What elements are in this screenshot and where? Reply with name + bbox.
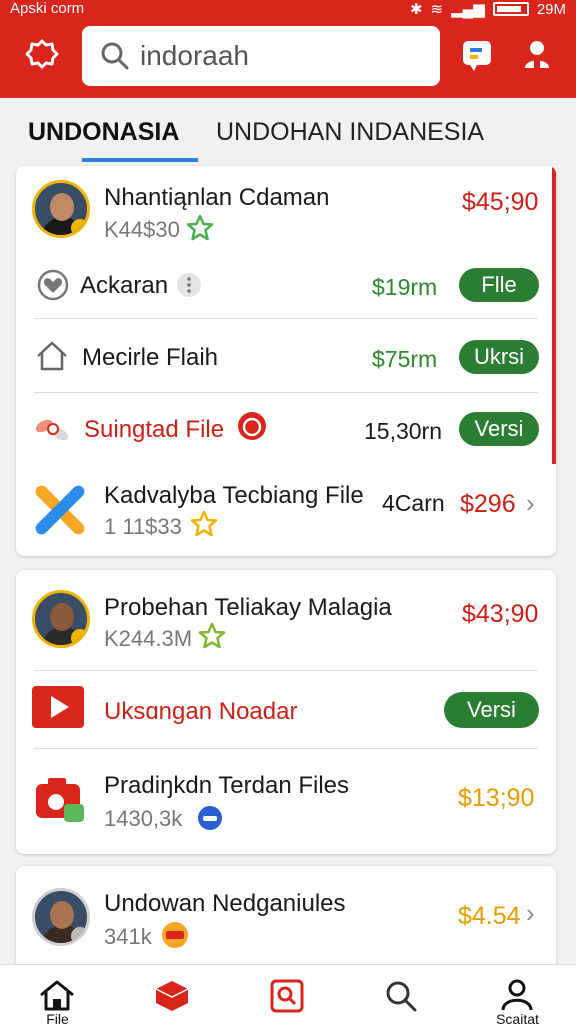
nav-search-box[interactable]	[230, 965, 345, 1024]
nav-label: File	[46, 1011, 69, 1024]
profile-sub: K44$30	[104, 217, 180, 242]
row-label: Ackaran	[80, 272, 169, 299]
more-icon[interactable]	[176, 272, 202, 298]
home-icon	[37, 341, 67, 371]
merchant-card-2: Probehan Teliakay Malagia K244.3M $43;90…	[16, 570, 556, 854]
badge-icon	[162, 922, 188, 948]
list-row[interactable]: Uksɑngan Noadar Versi	[16, 672, 556, 748]
bluetooth-icon: ✱	[409, 1, 423, 18]
list-row[interactable]: Suingtad File 15,30rn Versi	[16, 394, 556, 466]
profile-name: Nhantiąnlan Cdaman	[104, 184, 330, 211]
row-label: Suingtad File	[84, 416, 225, 443]
heart-icon	[37, 269, 69, 301]
chevron-right-icon: ›	[526, 488, 535, 518]
divider	[34, 392, 538, 393]
status-carrier: Apski corm	[10, 0, 85, 17]
box-icon	[155, 981, 189, 1011]
nav-box[interactable]	[115, 965, 230, 1024]
avatar	[32, 888, 90, 946]
item-price: $13;90	[458, 784, 535, 812]
user-add-icon[interactable]	[520, 38, 554, 72]
profile-name: Probehan Teliakay Malagia	[104, 594, 392, 621]
list-row[interactable]: Ackaran $19rm Flle	[16, 250, 556, 322]
battery-icon	[492, 2, 529, 16]
app-logo-icon	[35, 485, 85, 535]
item-price: $296	[460, 490, 516, 518]
row-price: $19rm	[372, 274, 438, 300]
row-label: Uksɑngan Noadar	[104, 698, 298, 725]
chevron-right-icon: ›	[526, 898, 535, 928]
nav-search[interactable]	[345, 965, 460, 1024]
item-name: Kadvalyba Tecbiang File	[104, 482, 364, 509]
red-emoji-icon	[238, 412, 266, 440]
versi-button[interactable]: Versi	[459, 412, 539, 446]
profile-sub: 341k	[104, 924, 152, 949]
nav-label: Scaitat	[496, 1011, 539, 1024]
search-bar[interactable]	[82, 26, 440, 86]
home-icon	[40, 980, 74, 1011]
row-value: 15,30rn	[364, 418, 443, 444]
item-meta: 4Carn	[382, 490, 445, 516]
profile-row[interactable]: Probehan Teliakay Malagia K244.3M $43;90	[16, 570, 556, 670]
search-box-icon	[270, 979, 304, 1013]
tab-undonasia[interactable]: UNDONASIA	[28, 118, 179, 147]
tab-bar: UNDONASIA UNDOHAN INDANESIA	[0, 98, 576, 164]
avatar	[32, 590, 90, 648]
search-icon	[101, 42, 129, 70]
chat-icon[interactable]	[460, 38, 494, 72]
search-icon	[386, 981, 417, 1012]
list-item[interactable]: Pradiŋkdn Terdan Files 1430,3k $13;90	[16, 750, 556, 854]
search-input[interactable]	[140, 40, 430, 72]
ukrsi-button[interactable]: Ukrsi	[459, 340, 539, 374]
active-tab-indicator	[82, 158, 198, 162]
signal-icon: ▂▄▆	[451, 1, 485, 18]
profile-price: $45;90	[462, 188, 539, 216]
nav-profile[interactable]: Scaitat	[460, 965, 575, 1024]
merchant-card-1: Nhantiąnlan Cdaman K44$30 $45;90 Ackaran…	[16, 166, 556, 556]
profile-sub: K244.3M	[104, 626, 193, 651]
tab-undohan-indanesia[interactable]: UNDOHAN INDANESIA	[216, 118, 484, 147]
status-bar: Apski corm ✱ ≋ ▂▄▆ 29M	[0, 0, 576, 20]
item-sub: 1430,3k	[104, 806, 183, 831]
list-row[interactable]: Mecirle Flaih $75rm Ukrsi	[16, 322, 556, 394]
profile-name: Undowan Nedganiules	[104, 890, 346, 917]
fan-icon	[35, 419, 69, 441]
star-icon	[190, 510, 218, 537]
camera-icon	[36, 778, 84, 822]
profile-icon	[501, 979, 533, 1011]
list-item[interactable]: Kadvalyba Tecbiang File 1 11$33 4Carn $2…	[16, 464, 556, 556]
nav-file[interactable]: File	[0, 965, 115, 1024]
row-label: Mecirle Flaih	[82, 344, 219, 371]
status-right: ✱ ≋ ▂▄▆ 29M	[409, 0, 566, 19]
divider	[34, 670, 538, 671]
file-button[interactable]: Flle	[459, 268, 539, 302]
divider	[34, 318, 538, 319]
divider	[34, 748, 538, 749]
versi-button[interactable]: Versi	[444, 692, 539, 728]
star-icon	[186, 214, 214, 241]
star-icon	[198, 622, 226, 649]
wifi-icon: ≋	[430, 1, 444, 18]
merchant-card-3: Undowan Nedganiules 341k $4.54 ›	[16, 866, 556, 976]
row-price: $75rm	[372, 346, 438, 372]
badge-icon	[198, 806, 222, 830]
profile-row[interactable]: Undowan Nedganiules 341k $4.54 ›	[16, 866, 556, 976]
app-header: Apski corm ✱ ≋ ▂▄▆ 29M	[0, 0, 576, 98]
profile-row[interactable]: Nhantiąnlan Cdaman K44$30 $45;90	[16, 166, 556, 250]
video-play-icon	[32, 686, 84, 728]
item-sub: 1 11$33	[104, 514, 182, 539]
item-name: Pradiŋkdn Terdan Files	[104, 772, 350, 799]
bottom-nav: File Scaitat	[0, 964, 576, 1024]
status-time: 29M	[536, 0, 566, 18]
settings-gear-icon[interactable]	[24, 38, 60, 74]
avatar	[32, 180, 90, 238]
profile-price: $4.54	[458, 902, 521, 930]
profile-price: $43;90	[462, 600, 539, 628]
